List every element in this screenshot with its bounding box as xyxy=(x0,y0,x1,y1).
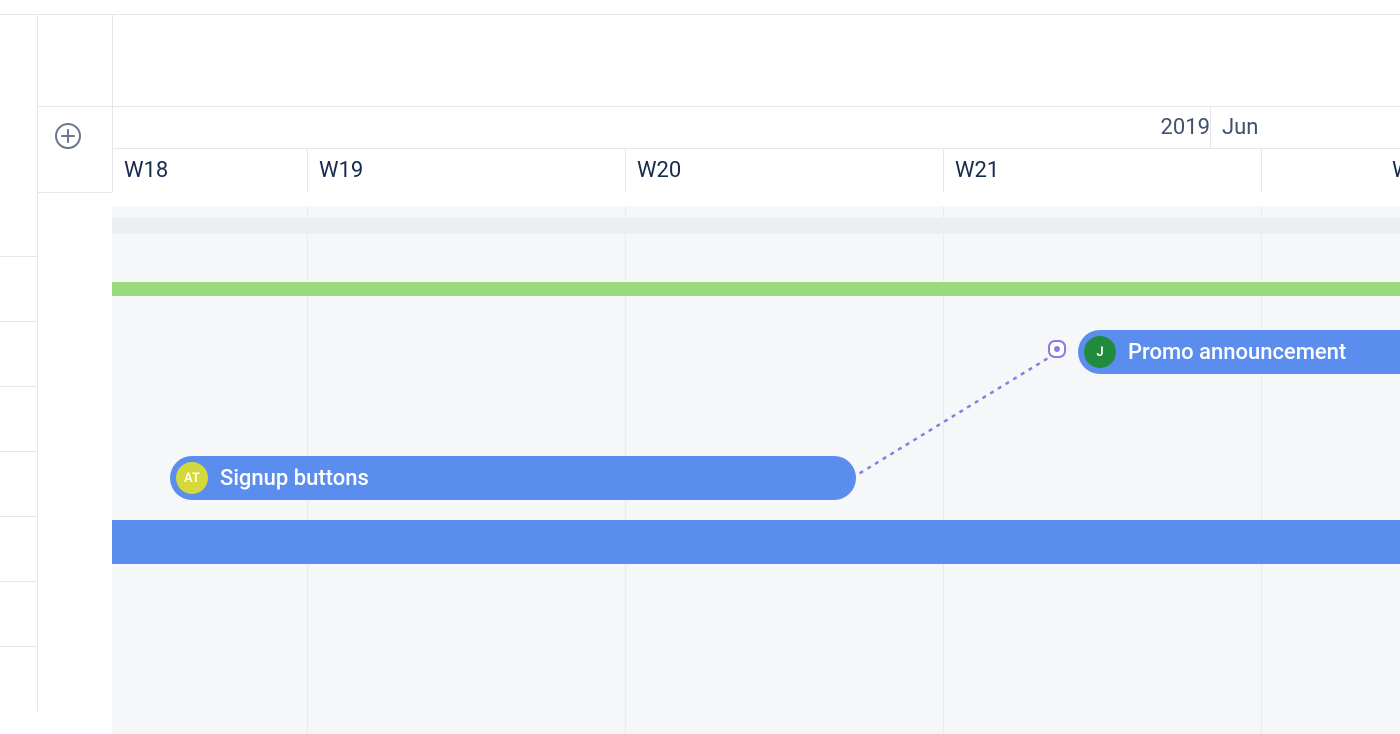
week-col-header[interactable]: W18 xyxy=(112,148,319,192)
month-label: Jun xyxy=(1210,106,1400,148)
week-col-header[interactable]: W19 xyxy=(307,148,637,192)
header-gutter xyxy=(38,14,113,193)
week-divider xyxy=(1261,148,1262,192)
task-label: Signup buttons xyxy=(220,466,369,491)
year-label: 2019 xyxy=(112,106,1224,148)
canvas-top-strip xyxy=(112,192,1400,206)
rail-spacer xyxy=(0,14,38,257)
task-bar-unlabeled[interactable] xyxy=(112,520,1400,564)
rail-row xyxy=(0,387,38,452)
grid-line xyxy=(943,192,944,734)
task-label: Promo announcement xyxy=(1128,340,1346,365)
epic-bar-green[interactable] xyxy=(112,282,1400,296)
week-col-header[interactable]: W xyxy=(1390,148,1400,192)
rail-row xyxy=(0,582,38,647)
week-col-header[interactable]: W21 xyxy=(943,148,1273,192)
rail-row xyxy=(0,322,38,387)
rail-row xyxy=(0,452,38,517)
assignee-avatar: AT xyxy=(176,462,208,494)
rail-row xyxy=(0,517,38,582)
window-top-divider xyxy=(0,0,1400,15)
task-bar-signup-buttons[interactable]: AT Signup buttons xyxy=(170,456,856,500)
timeline-year-row: 2019 Jun xyxy=(112,106,1400,149)
timeline-canvas[interactable]: J Promo announcement AT Signup buttons xyxy=(112,192,1400,734)
rail-row xyxy=(0,257,38,322)
task-bar-promo-announcement[interactable]: J Promo announcement xyxy=(1078,330,1400,374)
dependency-handle[interactable] xyxy=(1048,340,1066,358)
timeline-week-row: W18 W19 W20 W21 W xyxy=(112,148,1400,193)
rail-row xyxy=(0,647,38,711)
canvas-gray-strip xyxy=(112,218,1400,234)
week-col-header[interactable]: W20 xyxy=(625,148,955,192)
grid-line xyxy=(1261,192,1262,734)
assignee-avatar: J xyxy=(1084,336,1116,368)
timeline-top-spacer xyxy=(38,14,1400,107)
left-rail xyxy=(0,14,38,734)
